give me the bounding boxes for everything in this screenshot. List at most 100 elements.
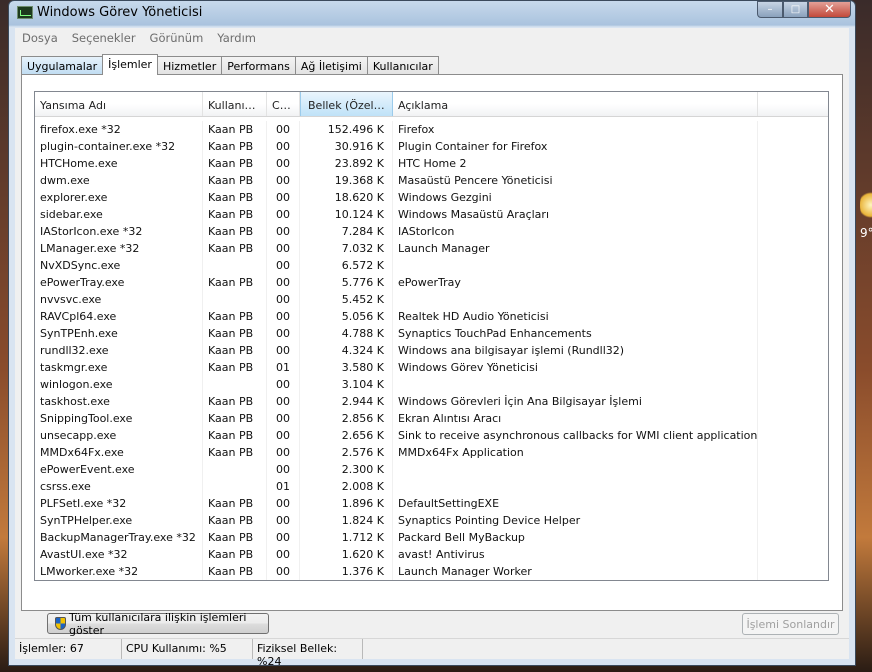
minimize-button[interactable]: – bbox=[757, 1, 783, 18]
cpu-cell: 00 bbox=[267, 257, 300, 274]
process-row[interactable]: PLFSetI.exe *32 Kaan PB 00 1.896 K DefaultSe… bbox=[35, 495, 828, 512]
process-row[interactable]: rundll32.exe Kaan PB 00 4.324 K Windows ana … bbox=[35, 342, 828, 359]
process-list[interactable]: Yansıma Adı Kullanıcı ... CPU Bellek (Öz… bbox=[34, 91, 829, 581]
maximize-button[interactable]: □ bbox=[783, 1, 808, 18]
tab-users[interactable]: Kullanıcılar bbox=[366, 56, 439, 75]
user-name-cell: Kaan PB bbox=[203, 206, 267, 223]
user-name-cell: Kaan PB bbox=[203, 240, 267, 257]
description-cell bbox=[393, 478, 758, 495]
process-row[interactable]: HTCHome.exe Kaan PB 00 23.892 K HTC Home 2 bbox=[35, 155, 828, 172]
cpu-cell: 00 bbox=[267, 223, 300, 240]
description-cell: Windows ana bilgisayar işlemi (Rundll32) bbox=[393, 342, 758, 359]
process-row[interactable]: explorer.exe Kaan PB 00 18.620 K Windows Gez… bbox=[35, 189, 828, 206]
memory-cell: 4.788 K bbox=[300, 325, 393, 342]
user-name-cell: Kaan PB bbox=[203, 138, 267, 155]
process-row[interactable]: SynTPHelper.exe Kaan PB 00 1.824 K Synaptics… bbox=[35, 512, 828, 529]
process-row[interactable]: plugin-container.exe *32 Kaan PB 00 30.916 … bbox=[35, 138, 828, 155]
process-row[interactable]: taskmgr.exe Kaan PB 01 3.580 K Windows Görev… bbox=[35, 359, 828, 376]
process-row[interactable]: MMDx64Fx.exe Kaan PB 00 2.576 K MMDx64Fx App… bbox=[35, 444, 828, 461]
column-description[interactable]: Açıklama bbox=[393, 92, 758, 116]
process-row[interactable]: sidebar.exe Kaan PB 00 10.124 K Windows Masa… bbox=[35, 206, 828, 223]
user-name-cell: Kaan PB bbox=[203, 189, 267, 206]
cpu-cell: 01 bbox=[267, 359, 300, 376]
process-row[interactable]: RAVCpl64.exe Kaan PB 00 5.056 K Realtek HD A… bbox=[35, 308, 828, 325]
weather-gadget-temperature: 9° bbox=[860, 226, 872, 240]
user-name-cell bbox=[203, 291, 267, 308]
process-row[interactable]: ePowerEvent.exe 00 2.300 K bbox=[35, 461, 828, 478]
image-name-cell: IAStorIcon.exe *32 bbox=[35, 223, 203, 240]
image-name-cell: firefox.exe *32 bbox=[35, 121, 203, 138]
menu-help[interactable]: Yardım bbox=[210, 28, 263, 48]
process-row[interactable]: BackupManagerTray.exe *32 Kaan PB 00 1.712 … bbox=[35, 529, 828, 546]
cpu-cell: 00 bbox=[267, 325, 300, 342]
description-cell: Sink to receive asynchronous callbacks f… bbox=[393, 427, 758, 444]
process-list-header: Yansıma Adı Kullanıcı ... CPU Bellek (Öz… bbox=[35, 92, 828, 117]
cpu-cell: 00 bbox=[267, 461, 300, 478]
process-row[interactable]: AvastUI.exe *32 Kaan PB 00 1.620 Kavast! An… bbox=[35, 546, 828, 563]
description-cell bbox=[393, 257, 758, 274]
process-row[interactable]: nvvsvc.exe 00 5.452 K bbox=[35, 291, 828, 308]
description-cell: Ekran Alıntısı Aracı bbox=[393, 410, 758, 427]
description-cell: HTC Home 2 bbox=[393, 155, 758, 172]
memory-cell: 1.712 K bbox=[300, 529, 393, 546]
user-name-cell: Kaan PB bbox=[203, 393, 267, 410]
image-name-cell: taskmgr.exe bbox=[35, 359, 203, 376]
memory-cell: 5.452 K bbox=[300, 291, 393, 308]
memory-cell: 5.776 K bbox=[300, 274, 393, 291]
title-bar[interactable]: Windows Görev Yöneticisi – □ ✕ bbox=[9, 1, 855, 25]
image-name-cell: plugin-container.exe *32 bbox=[35, 138, 203, 155]
column-cpu[interactable]: CPU bbox=[267, 92, 300, 116]
cpu-cell: 00 bbox=[267, 172, 300, 189]
process-row[interactable]: SnippingTool.exe Kaan PB 00 2.856 K Ekran Al… bbox=[35, 410, 828, 427]
process-row[interactable]: IAStorIcon.exe *32 Kaan PB 00 7.284 K IAStor… bbox=[35, 223, 828, 240]
image-name-cell: nvvsvc.exe bbox=[35, 291, 203, 308]
process-row[interactable]: LMworker.exe *32 Kaan PB 00 1.376 K Launch M… bbox=[35, 563, 828, 580]
memory-cell: 2.008 K bbox=[300, 478, 393, 495]
show-all-users-processes-button[interactable]: Tüm kullanıcılara ilişkin işlemleri göst… bbox=[47, 610, 269, 637]
process-row[interactable]: dwm.exe Kaan PB 00 19.368 K Masaüstü Pencere… bbox=[35, 172, 828, 189]
tab-applications[interactable]: Uygulamalar bbox=[21, 56, 104, 75]
process-row[interactable]: NvXDSync.exe 00 6.572 K bbox=[35, 257, 828, 274]
image-name-cell: LMworker.exe *32 bbox=[35, 563, 203, 580]
description-cell: Firefox bbox=[393, 121, 758, 138]
tab-networking[interactable]: Ağ İletişimi bbox=[294, 56, 368, 75]
column-user-name[interactable]: Kullanıcı ... bbox=[203, 92, 267, 116]
user-name-cell bbox=[203, 461, 267, 478]
show-all-users-label: Tüm kullanıcılara ilişkin işlemleri göst… bbox=[68, 610, 247, 637]
memory-cell: 2.944 K bbox=[300, 393, 393, 410]
tab-performance[interactable]: Performans bbox=[221, 56, 296, 75]
process-row[interactable]: csrss.exe 01 2.008 K bbox=[35, 478, 828, 495]
user-name-cell: Kaan PB bbox=[203, 172, 267, 189]
memory-cell: 1.376 K bbox=[300, 563, 393, 580]
column-image-name[interactable]: Yansıma Adı bbox=[35, 92, 203, 116]
image-name-cell: ePowerTray.exe bbox=[35, 274, 203, 291]
close-button[interactable]: ✕ bbox=[808, 1, 851, 18]
process-row[interactable]: LManager.exe *32 Kaan PB 00 7.032 K Launch M… bbox=[35, 240, 828, 257]
column-memory[interactable]: Bellek (Özel Ç... bbox=[300, 92, 393, 116]
description-cell: Windows Görev Yöneticisi bbox=[393, 359, 758, 376]
menu-file[interactable]: Dosya bbox=[15, 28, 65, 48]
memory-cell: 152.496 K bbox=[300, 121, 393, 138]
process-row[interactable]: firefox.exe *32 Kaan PB 00 152.496 K Firefox bbox=[35, 121, 828, 138]
image-name-cell: SnippingTool.exe bbox=[35, 410, 203, 427]
process-row[interactable]: winlogon.exe 00 3.104 K bbox=[35, 376, 828, 393]
process-row[interactable]: unsecapp.exe Kaan PB 00 2.656 K Sink to rece… bbox=[35, 427, 828, 444]
menu-view[interactable]: Görünüm bbox=[143, 28, 211, 48]
user-name-cell bbox=[203, 478, 267, 495]
caption-buttons: – □ ✕ bbox=[757, 1, 851, 19]
menu-options[interactable]: Seçenekler bbox=[65, 28, 143, 48]
process-row[interactable]: taskhost.exe Kaan PB 00 2.944 K Windows Göre… bbox=[35, 393, 828, 410]
cpu-cell: 00 bbox=[267, 274, 300, 291]
image-name-cell: HTCHome.exe bbox=[35, 155, 203, 172]
process-row[interactable]: SynTPEnh.exe Kaan PB 00 4.788 K Synaptics To… bbox=[35, 325, 828, 342]
end-process-button[interactable]: İşlemi Sonlandır bbox=[742, 613, 839, 635]
tab-processes[interactable]: İşlemler bbox=[102, 54, 158, 75]
tab-strip: Uygulamalar İşlemler Hizmetler Performan… bbox=[21, 54, 439, 75]
menu-bar: Dosya Seçenekler Görünüm Yardım bbox=[15, 28, 849, 48]
tab-services[interactable]: Hizmetler bbox=[156, 56, 223, 75]
process-row[interactable]: ePowerTray.exe Kaan PB 00 5.776 KePowerTray bbox=[35, 274, 828, 291]
memory-cell: 4.324 K bbox=[300, 342, 393, 359]
description-cell: Launch Manager bbox=[393, 240, 758, 257]
cpu-cell: 00 bbox=[267, 189, 300, 206]
cpu-cell: 00 bbox=[267, 342, 300, 359]
